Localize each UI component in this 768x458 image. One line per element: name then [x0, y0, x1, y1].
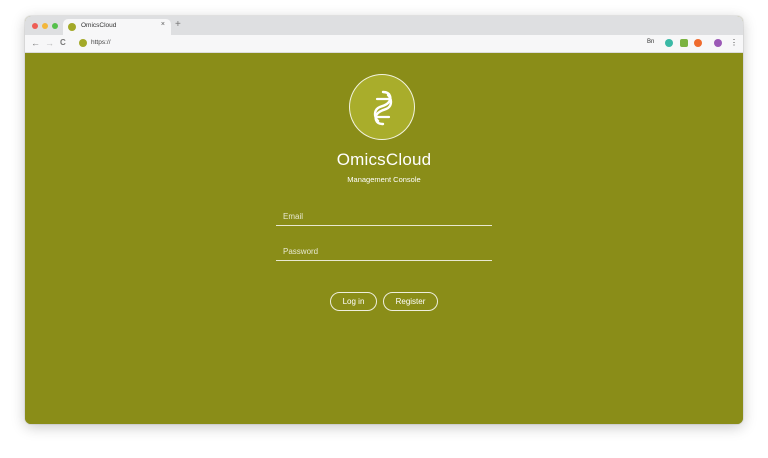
back-arrow-icon[interactable]: ←: [31, 38, 40, 48]
window-controls: [32, 23, 58, 29]
close-window-button[interactable]: [32, 23, 38, 29]
login-button[interactable]: Log in: [330, 292, 377, 311]
tab-bar: OmicsCloud × +: [25, 16, 743, 35]
new-tab-button[interactable]: +: [175, 19, 181, 31]
reload-icon[interactable]: C: [60, 38, 66, 48]
extension-text-icon[interactable]: Bn: [647, 39, 654, 45]
password-field: [276, 242, 492, 261]
omicscloud-logo-icon: [349, 74, 415, 140]
email-input[interactable]: [276, 207, 492, 225]
menu-dots-icon[interactable]: ⋮: [730, 38, 738, 47]
maximize-window-button[interactable]: [52, 23, 58, 29]
minimize-window-button[interactable]: [42, 23, 48, 29]
login-page: OmicsCloud Management Console Log in Reg…: [25, 53, 743, 424]
extension-icon[interactable]: [665, 39, 673, 47]
page-subtitle: Management Console: [347, 175, 421, 184]
extension-icon[interactable]: [694, 39, 702, 47]
tab-omicscloud[interactable]: OmicsCloud ×: [63, 19, 171, 35]
brand-title: OmicsCloud: [336, 150, 432, 169]
close-tab-icon[interactable]: ×: [161, 21, 165, 28]
forward-arrow-icon[interactable]: →: [45, 38, 54, 48]
site-favicon-icon: [68, 23, 76, 31]
browser-window: OmicsCloud × + ← → C https:// Bn ⋮ Omics…: [25, 16, 743, 424]
profile-avatar-icon[interactable]: [714, 39, 722, 47]
browser-toolbar: ← → C https:// Bn ⋮: [25, 35, 743, 53]
register-button[interactable]: Register: [383, 292, 438, 311]
site-favicon-icon: [79, 39, 87, 47]
tab-title: OmicsCloud: [81, 22, 117, 29]
password-input[interactable]: [276, 242, 492, 260]
email-field: [276, 207, 492, 226]
address-bar[interactable]: https://: [91, 39, 111, 46]
extension-icon[interactable]: [680, 39, 688, 47]
